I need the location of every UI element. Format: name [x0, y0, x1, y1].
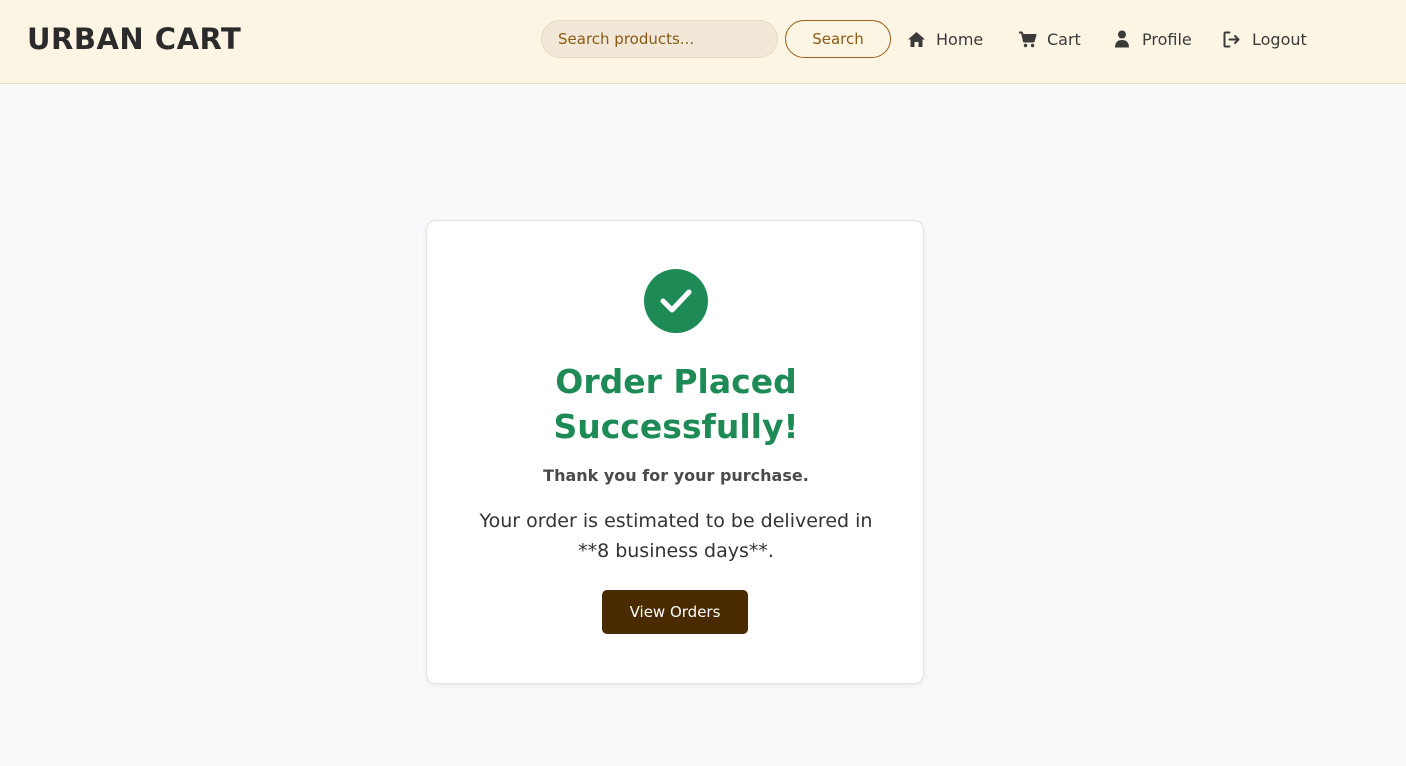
view-orders-button[interactable]: View Orders — [602, 590, 748, 634]
cart-icon — [1017, 29, 1037, 49]
brand-logo[interactable]: URBAN CART — [27, 20, 241, 58]
nav-profile-link[interactable]: Profile — [1112, 27, 1192, 51]
logout-icon — [1222, 29, 1242, 49]
thank-you-message: Thank you for your purchase. — [543, 466, 809, 485]
nav-home-label: Home — [936, 29, 984, 49]
order-success-card: Order Placed Successfully! Thank you for… — [426, 220, 924, 684]
nav-cart-link[interactable]: Cart — [1017, 27, 1081, 51]
search-input[interactable] — [541, 20, 778, 58]
success-title: Order Placed Successfully! — [553, 362, 799, 446]
check-circle-icon — [644, 269, 708, 333]
nav-profile-label: Profile — [1142, 29, 1192, 49]
navbar: URBAN CART Search Home Cart Profile — [0, 0, 1406, 84]
user-icon — [1112, 29, 1132, 49]
nav-logout-label: Logout — [1252, 29, 1307, 49]
nav-home-link[interactable]: Home — [906, 27, 983, 51]
nav-logout-link[interactable]: Logout — [1222, 27, 1307, 51]
nav-cart-label: Cart — [1047, 29, 1081, 49]
delivery-estimate: Your order is estimated to be delivered … — [479, 510, 873, 562]
home-icon — [906, 29, 926, 49]
search-button[interactable]: Search — [785, 20, 891, 58]
